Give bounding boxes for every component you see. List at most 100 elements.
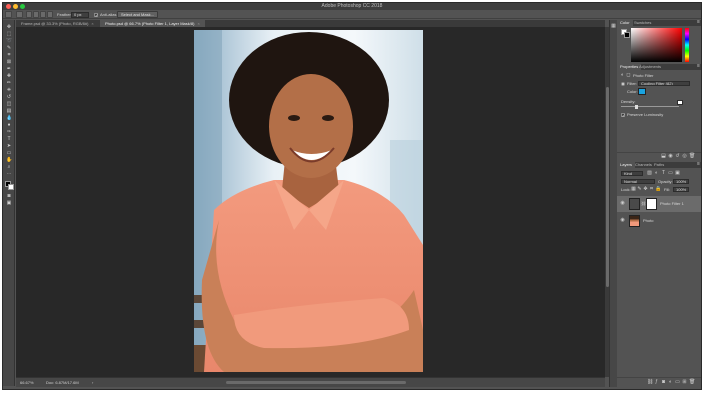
- lasso-tool-icon[interactable]: [16, 11, 23, 18]
- screen-mode-icon[interactable]: ▣: [6, 201, 12, 206]
- new-selection-icon[interactable]: [26, 11, 32, 18]
- visibility-eye-icon[interactable]: ◉: [620, 201, 625, 206]
- marquee-tool-icon[interactable]: ⬚: [6, 32, 12, 37]
- layer-row-photo[interactable]: ◉ Photo: [617, 213, 701, 229]
- background-color-swatch[interactable]: [8, 184, 14, 190]
- tab-photo-psd[interactable]: Photo.psd @ 66.7% (Photo Filter 1, Layer…: [100, 20, 205, 27]
- panel-background-swatch[interactable]: [624, 32, 630, 38]
- clip-to-layer-icon[interactable]: ⬓: [661, 154, 666, 159]
- crop-tool-icon[interactable]: ⌗: [6, 53, 12, 58]
- blend-mode-dropdown[interactable]: Normal: [621, 179, 655, 184]
- close-tab-icon[interactable]: ×: [91, 21, 93, 26]
- lock-artboard-icon[interactable]: ⌗: [649, 187, 654, 192]
- history-brush-icon[interactable]: ↺: [6, 95, 12, 100]
- document-canvas[interactable]: [16, 27, 605, 377]
- subtract-selection-icon[interactable]: [40, 11, 46, 18]
- filter-radio[interactable]: [621, 82, 625, 86]
- layer-style-icon[interactable]: ƒ: [654, 380, 659, 385]
- clone-stamp-icon[interactable]: ⎈: [6, 88, 12, 93]
- healing-brush-icon[interactable]: ✚: [6, 74, 12, 79]
- layer-mask-icon[interactable]: ◻: [626, 73, 631, 78]
- layer-mask-thumbnail[interactable]: [646, 198, 657, 210]
- layer-kind-filter[interactable]: Kind: [621, 171, 643, 176]
- filter-dropdown[interactable]: Cooling Filter (82): [638, 81, 690, 86]
- feather-input[interactable]: 0 px: [71, 11, 89, 18]
- tab-frame-psd[interactable]: Frame.psd @ 33.3% (Photo, RGB/8#) ×: [16, 20, 99, 27]
- intersect-selection-icon[interactable]: [47, 11, 53, 18]
- delete-layer-icon[interactable]: 🗑: [689, 380, 695, 385]
- history-panel-icon[interactable]: ▦: [611, 24, 616, 29]
- lock-position-icon[interactable]: ✥: [643, 187, 648, 192]
- status-menu-arrow-icon[interactable]: ›: [92, 379, 93, 387]
- add-mask-icon[interactable]: ◙: [661, 380, 666, 385]
- fill-input[interactable]: 100%: [673, 187, 689, 192]
- view-previous-icon[interactable]: ◉: [668, 154, 673, 159]
- density-slider-handle[interactable]: [634, 105, 638, 109]
- properties-panel-tabs: Properties Adjustments ≡: [617, 64, 701, 70]
- opacity-input[interactable]: 100%: [673, 179, 689, 184]
- filter-adjustment-icon[interactable]: ◐: [654, 171, 659, 176]
- options-bar: Feather: 0 px ✓ Anti-alias Select and Ma…: [3, 10, 701, 19]
- panel-menu-icon[interactable]: ≡: [696, 64, 701, 69]
- tab-adjustments[interactable]: Adjustments: [636, 64, 664, 70]
- tab-swatches[interactable]: Swatches: [631, 20, 654, 26]
- tab-label: Photo.psd @ 66.7% (Photo Filter 1, Layer…: [105, 21, 195, 26]
- filter-type-icon[interactable]: T: [661, 171, 666, 176]
- eraser-tool-icon[interactable]: ◫: [6, 102, 12, 107]
- lock-all-icon[interactable]: 🔒: [655, 187, 661, 192]
- dodge-tool-icon[interactable]: ●: [6, 123, 12, 128]
- move-tool-icon[interactable]: ✥: [6, 25, 12, 30]
- hue-slider[interactable]: [685, 28, 689, 62]
- anti-alias-checkbox[interactable]: ✓: [94, 12, 98, 17]
- close-tab-icon[interactable]: ×: [197, 21, 199, 26]
- visibility-icon[interactable]: ◎: [682, 154, 687, 159]
- zoom-tool-icon[interactable]: ⌕: [6, 165, 12, 170]
- filter-smart-object-icon[interactable]: ▣: [675, 171, 680, 176]
- lock-image-icon[interactable]: ✎: [637, 187, 642, 192]
- adjustment-layer-thumbnail: [629, 198, 640, 210]
- more-tools-icon[interactable]: ⋯: [6, 172, 12, 177]
- gradient-tool-icon[interactable]: ▤: [6, 109, 12, 114]
- quick-select-icon[interactable]: ✎: [6, 46, 12, 51]
- eyedropper-tool-icon[interactable]: ✒: [6, 67, 12, 72]
- layer-row-photo-filter[interactable]: ◉ ⛓ Photo Filter 1: [617, 196, 701, 212]
- horizontal-scroll-thumb[interactable]: [226, 381, 406, 384]
- delete-icon[interactable]: 🗑: [689, 154, 695, 159]
- filter-color-swatch[interactable]: [638, 88, 646, 95]
- lasso-tool-icon[interactable]: ➰: [6, 39, 12, 44]
- layer-name[interactable]: Photo: [643, 218, 653, 223]
- zoom-level[interactable]: 66.67%: [20, 379, 34, 387]
- tab-paths[interactable]: Paths: [651, 162, 667, 168]
- reset-icon[interactable]: ↺: [675, 154, 680, 159]
- lock-transparent-icon[interactable]: ▦: [631, 187, 636, 192]
- frame-tool-icon[interactable]: ⊠: [6, 60, 12, 65]
- add-to-selection-icon[interactable]: [33, 11, 39, 18]
- density-slider-track[interactable]: [621, 106, 679, 107]
- blur-tool-icon[interactable]: 💧: [6, 116, 12, 121]
- type-tool-icon[interactable]: T: [6, 137, 12, 142]
- preserve-luminosity-checkbox[interactable]: ✓: [621, 113, 625, 118]
- new-layer-icon[interactable]: ⊞: [682, 380, 687, 385]
- panel-menu-icon[interactable]: ≡: [696, 162, 701, 167]
- new-group-icon[interactable]: ▭: [675, 380, 680, 385]
- link-layers-icon[interactable]: ⛓: [647, 380, 653, 385]
- layers-panel-tabs: Layers Channels Paths ≡: [617, 162, 701, 168]
- pen-tool-icon[interactable]: ✑: [6, 130, 12, 135]
- filter-shape-icon[interactable]: ▭: [668, 171, 673, 176]
- panel-menu-icon[interactable]: ≡: [696, 20, 701, 25]
- density-input[interactable]: [677, 100, 683, 105]
- hand-tool-icon[interactable]: ✋: [6, 158, 12, 163]
- home-icon[interactable]: [5, 11, 12, 18]
- brush-tool-icon[interactable]: ✏: [6, 81, 12, 86]
- filter-pixel-icon[interactable]: ▨: [647, 171, 652, 176]
- color-picker-field[interactable]: [631, 28, 682, 62]
- path-select-icon[interactable]: ➤: [6, 144, 12, 149]
- visibility-eye-icon[interactable]: ◉: [620, 218, 625, 223]
- new-adjustment-icon[interactable]: ◐: [668, 380, 673, 385]
- layer-name[interactable]: Photo Filter 1: [660, 201, 684, 206]
- density-label: Density:: [621, 99, 636, 104]
- lock-label: Lock:: [621, 187, 631, 192]
- select-and-mask-button[interactable]: Select and Mask...: [117, 11, 158, 18]
- shape-tool-icon[interactable]: ▭: [6, 151, 12, 156]
- quick-mask-icon[interactable]: ◙: [6, 194, 12, 199]
